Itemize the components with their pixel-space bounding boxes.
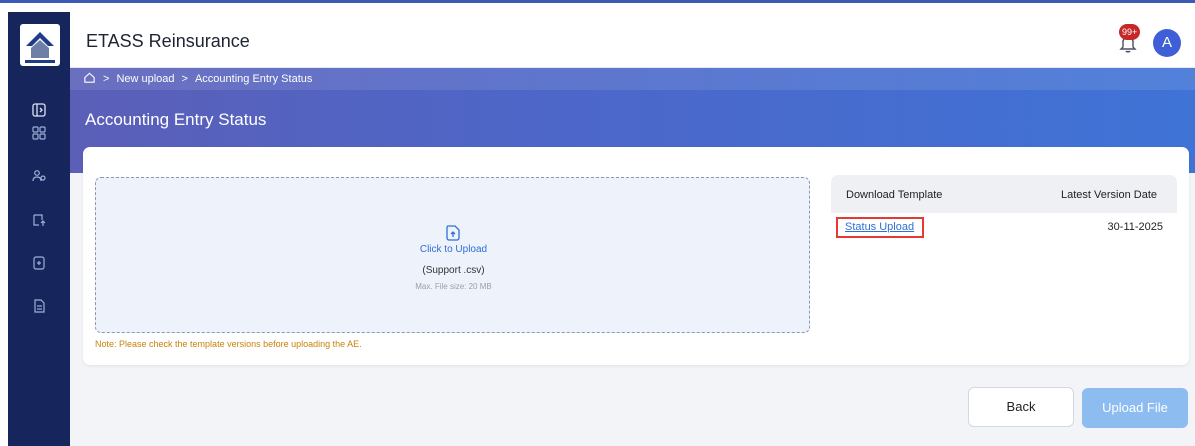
column-header-version-date: Latest Version Date bbox=[1060, 189, 1157, 201]
page-title: Accounting Entry Status bbox=[85, 110, 267, 129]
upload-note: Note: Please check the template versions… bbox=[95, 339, 362, 349]
upload-dropzone[interactable]: Click to Upload (Support .csv) Max. File… bbox=[95, 177, 810, 333]
panel-toggle-icon[interactable] bbox=[29, 100, 49, 120]
company-logo[interactable] bbox=[20, 24, 60, 66]
grid-icon[interactable] bbox=[29, 123, 49, 143]
add-file-icon[interactable] bbox=[29, 253, 49, 273]
max-file-size-text: Max. File size: 20 MB bbox=[415, 282, 492, 291]
supported-format-text: (Support .csv) bbox=[422, 265, 485, 276]
top-accent-line bbox=[0, 0, 1195, 3]
notification-badge: 99+ bbox=[1119, 24, 1141, 40]
app-header: ETASS Reinsurance 99+ A bbox=[70, 12, 1195, 68]
home-icon[interactable] bbox=[83, 71, 96, 87]
back-button[interactable]: Back bbox=[968, 387, 1074, 427]
breadcrumb: > New upload > Accounting Entry Status bbox=[70, 68, 1195, 90]
version-date: 30-11-2025 bbox=[1107, 221, 1163, 233]
breadcrumb-new-upload[interactable]: New upload bbox=[116, 73, 174, 85]
highlight-box bbox=[836, 217, 924, 238]
user-avatar[interactable]: A bbox=[1153, 29, 1181, 57]
sidebar bbox=[8, 12, 70, 446]
users-icon[interactable] bbox=[29, 166, 49, 186]
upload-file-button[interactable]: Upload File bbox=[1082, 388, 1188, 428]
breadcrumb-current: Accounting Entry Status bbox=[194, 73, 313, 85]
column-header-template: Download Template bbox=[846, 189, 943, 201]
upload-tray-icon[interactable] bbox=[29, 210, 49, 230]
document-icon[interactable] bbox=[29, 296, 49, 316]
upload-file-icon bbox=[443, 223, 463, 243]
table-header: Download Template Latest Version Date bbox=[831, 175, 1177, 213]
chevron-right-icon: > bbox=[103, 73, 110, 85]
app-title: ETASS Reinsurance bbox=[86, 31, 250, 51]
chevron-right-icon: > bbox=[181, 73, 188, 85]
click-to-upload-label[interactable]: Click to Upload bbox=[96, 244, 811, 255]
